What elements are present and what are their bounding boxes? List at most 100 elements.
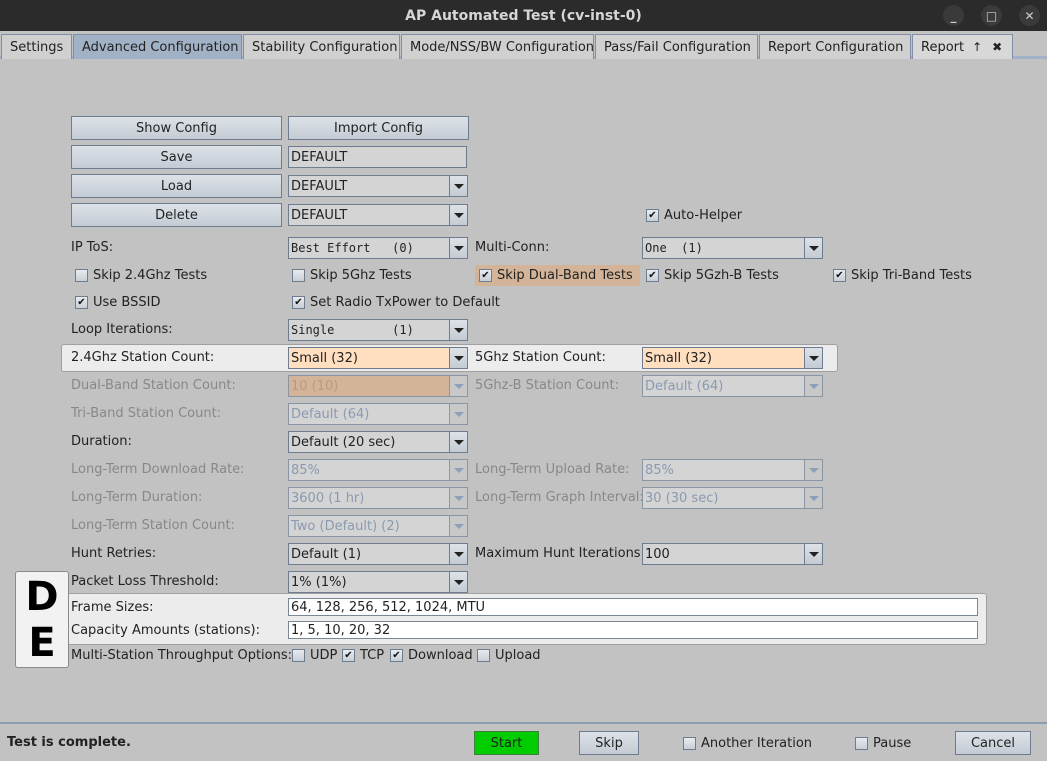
another-iteration-label: Another Iteration bbox=[701, 736, 813, 751]
tab-pass-fail-configuration[interactable]: Pass/Fail Configuration bbox=[595, 34, 758, 59]
close-tab-icon[interactable]: ✖ bbox=[992, 40, 1002, 54]
skip-button[interactable]: Skip bbox=[579, 731, 639, 755]
lt-duration-select[interactable]: 3600 (1 hr) bbox=[288, 487, 468, 509]
multi-conn-value: One (1) bbox=[645, 241, 703, 255]
lt-upload-select[interactable]: 85% bbox=[642, 459, 823, 481]
tcp-checkbox[interactable]: ✔ TCP bbox=[342, 648, 384, 663]
skip-5ghz-checkbox[interactable]: Skip 5Ghz Tests bbox=[292, 268, 412, 283]
tab-settings[interactable]: Settings bbox=[1, 34, 72, 59]
chevron-down-icon[interactable] bbox=[804, 238, 822, 258]
skip-24ghz-checkbox[interactable]: Skip 2.4Ghz Tests bbox=[75, 268, 207, 283]
chevron-down-icon[interactable] bbox=[804, 348, 822, 368]
annotation-badge: D E bbox=[15, 571, 69, 668]
lt-upload-label: Long-Term Upload Rate: bbox=[475, 462, 630, 477]
chevron-down-icon[interactable] bbox=[449, 488, 467, 508]
chevron-down-icon[interactable] bbox=[449, 432, 467, 452]
lt-station-value: Two (Default) (2) bbox=[291, 518, 400, 534]
station-5ghz-b-select[interactable]: Default (64) bbox=[642, 375, 823, 397]
start-button[interactable]: Start bbox=[474, 731, 539, 755]
close-icon[interactable]: ✕ bbox=[1019, 5, 1040, 26]
chevron-down-icon[interactable] bbox=[449, 238, 467, 258]
frame-sizes-input[interactable]: 64, 128, 256, 512, 1024, MTU bbox=[288, 598, 978, 616]
chevron-down-icon[interactable] bbox=[804, 460, 822, 480]
station-24ghz-select[interactable]: Small (32) bbox=[288, 347, 468, 369]
udp-label: UDP bbox=[310, 648, 338, 663]
skip-tri-band-checkbox[interactable]: ✔ Skip Tri-Band Tests bbox=[833, 268, 972, 283]
chevron-down-icon[interactable] bbox=[804, 488, 822, 508]
tab-advanced-configuration[interactable]: Advanced Configuration bbox=[73, 34, 242, 59]
maximize-icon[interactable]: □ bbox=[981, 5, 1002, 26]
station-tri-band-select[interactable]: Default (64) bbox=[288, 403, 468, 425]
chevron-down-icon[interactable] bbox=[449, 404, 467, 424]
multi-conn-label: Multi-Conn: bbox=[475, 240, 550, 255]
max-hunt-label: Maximum Hunt Iterations: bbox=[475, 546, 645, 561]
title-bar: AP Automated Test (cv-inst-0) _ □ ✕ bbox=[0, 0, 1047, 31]
chevron-down-icon[interactable] bbox=[449, 376, 467, 396]
load-select[interactable]: DEFAULT bbox=[288, 175, 468, 197]
save-name-input[interactable]: DEFAULT bbox=[288, 146, 467, 168]
delete-select[interactable]: DEFAULT bbox=[288, 204, 468, 226]
load-button[interactable]: Load bbox=[71, 174, 282, 198]
delete-button[interactable]: Delete bbox=[71, 203, 282, 227]
auto-helper-checkbox[interactable]: ✔ Auto-Helper bbox=[646, 208, 742, 223]
load-value: DEFAULT bbox=[291, 178, 348, 194]
save-button[interactable]: Save bbox=[71, 145, 282, 169]
set-txpower-checkbox[interactable]: ✔ Set Radio TxPower to Default bbox=[292, 295, 500, 310]
check-icon: ✔ bbox=[833, 269, 846, 282]
station-5ghz-value: Small (32) bbox=[643, 348, 804, 368]
pause-checkbox[interactable]: Pause bbox=[855, 736, 911, 751]
import-config-button[interactable]: Import Config bbox=[288, 116, 469, 140]
chevron-down-icon[interactable] bbox=[449, 544, 467, 564]
chevron-down-icon[interactable] bbox=[449, 205, 467, 225]
ip-tos-select[interactable]: Best Effort (0) bbox=[288, 237, 468, 259]
udp-checkbox[interactable]: UDP bbox=[292, 648, 337, 663]
chevron-down-icon[interactable] bbox=[449, 516, 467, 536]
station-5ghz-b-value: Default (64) bbox=[645, 378, 724, 394]
multi-conn-select[interactable]: One (1) bbox=[642, 237, 823, 259]
capacity-input[interactable]: 1, 5, 10, 20, 32 bbox=[288, 621, 978, 639]
chevron-down-icon[interactable] bbox=[804, 376, 822, 396]
chevron-down-icon[interactable] bbox=[449, 176, 467, 196]
max-hunt-select[interactable]: 100 bbox=[642, 543, 823, 565]
skip-tri-band-label: Skip Tri-Band Tests bbox=[851, 268, 972, 283]
checkbox-box bbox=[683, 737, 696, 750]
tab-report-configuration[interactable]: Report Configuration bbox=[759, 34, 911, 59]
lt-station-select[interactable]: Two (Default) (2) bbox=[288, 515, 468, 537]
skip-24ghz-label: Skip 2.4Ghz Tests bbox=[93, 268, 208, 283]
checkbox-box bbox=[855, 737, 868, 750]
cancel-button[interactable]: Cancel bbox=[955, 731, 1031, 755]
hunt-retries-select[interactable]: Default (1) bbox=[288, 543, 468, 565]
tab-stability-configuration[interactable]: Stability Configuration bbox=[243, 34, 400, 59]
skip-5ghz-b-checkbox[interactable]: ✔ Skip 5Gzh-B Tests bbox=[646, 268, 779, 283]
tab-label: Pass/Fail Configuration bbox=[604, 39, 751, 55]
use-bssid-checkbox[interactable]: ✔ Use BSSID bbox=[75, 295, 160, 310]
lt-graph-value: 30 (30 sec) bbox=[645, 490, 719, 506]
auto-helper-label: Auto-Helper bbox=[664, 208, 743, 223]
chevron-down-icon[interactable] bbox=[449, 348, 467, 368]
chevron-down-icon[interactable] bbox=[449, 320, 467, 340]
chevron-down-icon[interactable] bbox=[449, 572, 467, 592]
chevron-down-icon[interactable] bbox=[449, 460, 467, 480]
show-config-button[interactable]: Show Config bbox=[71, 116, 282, 140]
tab-report[interactable]: Report ↑ ✖ bbox=[912, 34, 1013, 59]
tab-label: Report bbox=[921, 39, 965, 55]
station-dual-band-select[interactable]: 10 (10) bbox=[288, 375, 468, 397]
lt-graph-select[interactable]: 30 (30 sec) bbox=[642, 487, 823, 509]
another-iteration-checkbox[interactable]: Another Iteration bbox=[683, 736, 812, 751]
duration-value: Default (20 sec) bbox=[291, 434, 396, 450]
lt-download-select[interactable]: 85% bbox=[288, 459, 468, 481]
tab-mode-nss-bw-configuration[interactable]: Mode/NSS/BW Configuration bbox=[401, 34, 594, 59]
download-label: Download bbox=[408, 648, 473, 663]
station-5ghz-select[interactable]: Small (32) bbox=[642, 347, 823, 369]
detach-icon[interactable]: ↑ bbox=[972, 40, 982, 54]
download-checkbox[interactable]: ✔ Download bbox=[390, 648, 473, 663]
tab-bar: Settings Advanced Configuration Stabilit… bbox=[0, 34, 1047, 59]
check-icon: ✔ bbox=[646, 209, 659, 222]
skip-dual-band-checkbox[interactable]: ✔ Skip Dual-Band Tests bbox=[475, 265, 640, 286]
minimize-icon[interactable]: _ bbox=[943, 5, 964, 26]
upload-checkbox[interactable]: Upload bbox=[477, 648, 541, 663]
loop-iterations-select[interactable]: Single (1) bbox=[288, 319, 468, 341]
duration-select[interactable]: Default (20 sec) bbox=[288, 431, 468, 453]
chevron-down-icon[interactable] bbox=[804, 544, 822, 564]
packet-loss-select[interactable]: 1% (1%) bbox=[288, 571, 468, 593]
